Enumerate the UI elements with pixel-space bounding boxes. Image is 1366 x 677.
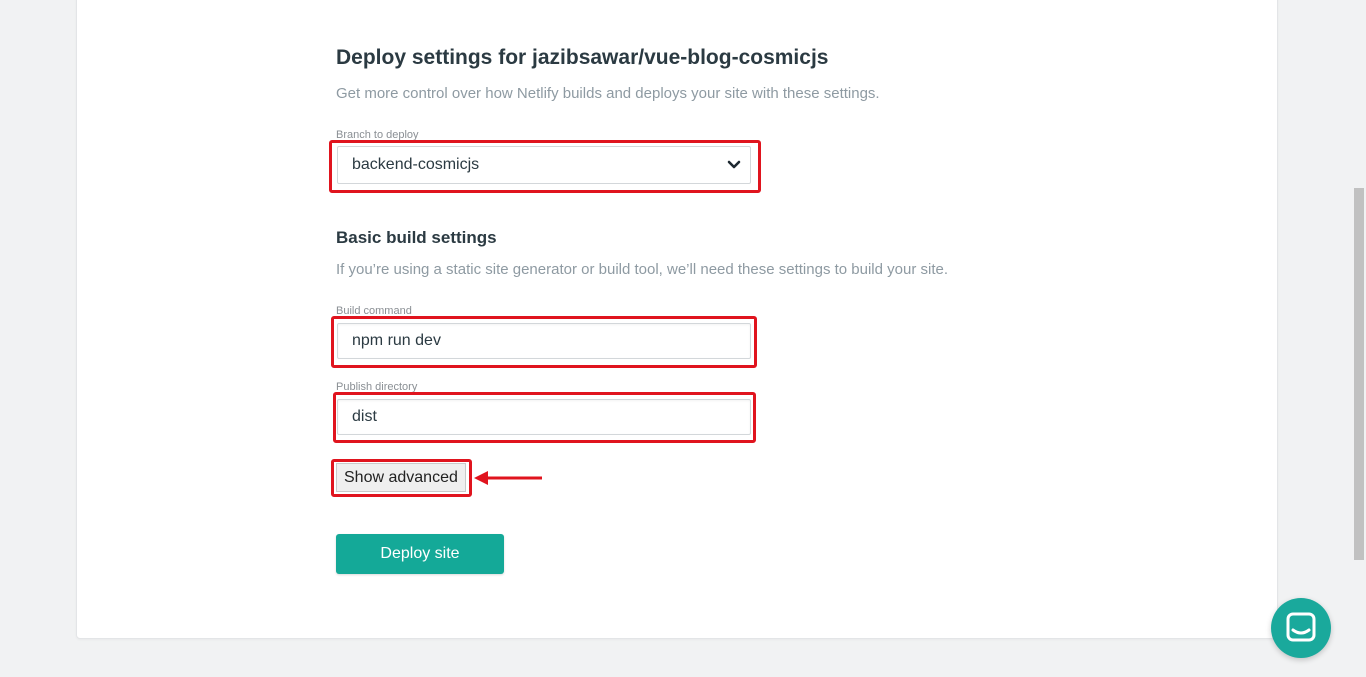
- arrow-left-icon: [474, 471, 542, 485]
- build-command-input[interactable]: npm run dev: [337, 323, 751, 359]
- page-scrollbar[interactable]: [1352, 0, 1366, 677]
- build-settings-subtitle: If you’re using a static site generator …: [336, 261, 949, 278]
- chat-icon: [1286, 612, 1316, 642]
- deploy-settings-subtitle: Get more control over how Netlify builds…: [336, 85, 880, 102]
- chat-launcher-button[interactable]: [1271, 598, 1331, 658]
- branch-select[interactable]: backend-cosmicjs: [337, 146, 751, 184]
- deploy-site-button[interactable]: Deploy site: [336, 534, 504, 574]
- publish-directory-input[interactable]: dist: [337, 399, 751, 435]
- show-advanced-button[interactable]: Show advanced: [336, 463, 466, 492]
- deploy-settings-title: Deploy settings for jazibsawar/vue-blog-…: [336, 46, 829, 69]
- chevron-down-icon: [727, 160, 741, 169]
- build-settings-title: Basic build settings: [336, 228, 497, 247]
- branch-select-value: backend-cosmicjs: [352, 156, 480, 173]
- scrollbar-thumb[interactable]: [1354, 188, 1364, 560]
